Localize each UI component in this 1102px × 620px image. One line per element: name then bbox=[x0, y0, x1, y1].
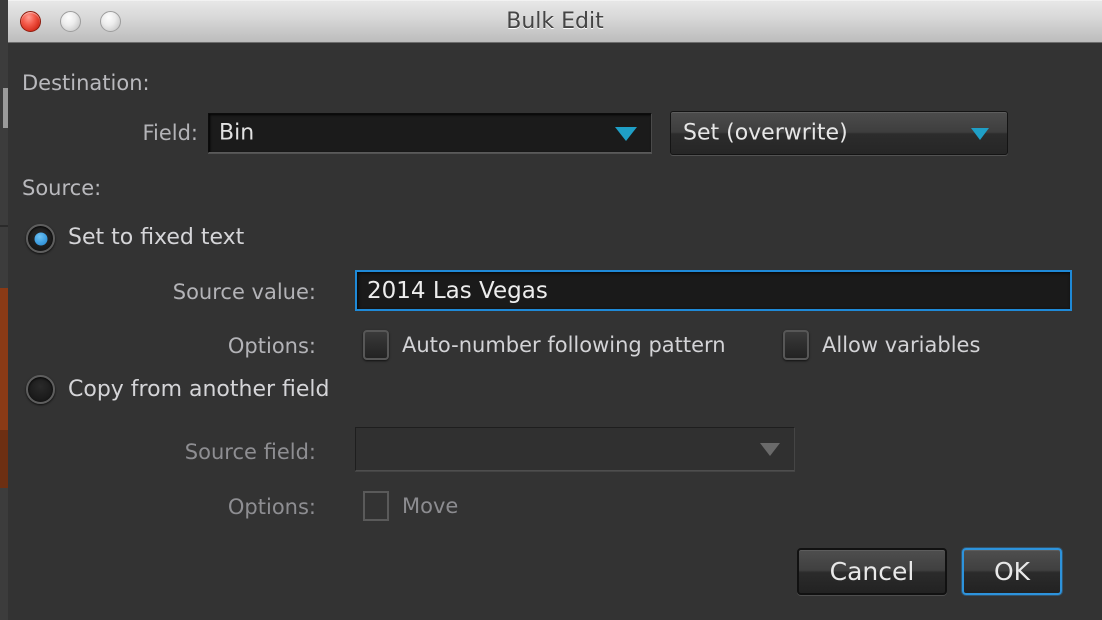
source-options-label: Options: bbox=[38, 334, 316, 358]
source-section-label: Source: bbox=[22, 176, 101, 200]
cancel-button[interactable]: Cancel bbox=[797, 548, 947, 595]
window-title: Bulk Edit bbox=[8, 9, 1102, 34]
destination-section-label: Destination: bbox=[22, 71, 150, 95]
checkbox-move-label: Move bbox=[402, 494, 458, 518]
chevron-down-icon bbox=[615, 127, 637, 141]
window-titlebar[interactable]: Bulk Edit bbox=[8, 0, 1102, 43]
destination-field-value: Bin bbox=[219, 121, 254, 146]
bulk-edit-dialog: Bulk Edit Destination: Field: Bin Set (o… bbox=[8, 0, 1102, 620]
dialog-content: Destination: Field: Bin Set (overwrite) … bbox=[8, 43, 1102, 620]
radio-set-to-fixed-text[interactable] bbox=[26, 224, 55, 253]
source-options-label-2: Options: bbox=[38, 495, 316, 519]
checkbox-allow-variables[interactable] bbox=[783, 330, 809, 360]
destination-mode-combobox[interactable]: Set (overwrite) bbox=[670, 111, 1008, 155]
destination-mode-value: Set (overwrite) bbox=[683, 121, 848, 146]
source-value-label: Source value: bbox=[38, 280, 316, 304]
checkbox-move bbox=[363, 491, 389, 521]
source-value-text: 2014 Las Vegas bbox=[367, 278, 548, 304]
checkbox-auto-number-label: Auto-number following pattern bbox=[402, 333, 726, 357]
ok-button[interactable]: OK bbox=[962, 548, 1062, 595]
field-label: Field: bbox=[38, 121, 198, 145]
chevron-down-icon bbox=[971, 128, 989, 140]
chevron-down-icon bbox=[760, 443, 780, 456]
source-value-input[interactable]: 2014 Las Vegas bbox=[355, 270, 1072, 311]
source-field-label: Source field: bbox=[38, 440, 316, 464]
radio-selected-indicator bbox=[34, 232, 47, 245]
checkbox-auto-number[interactable] bbox=[363, 330, 389, 360]
background-window-accent-shadow bbox=[0, 430, 8, 490]
radio-copy-from-another-field[interactable] bbox=[26, 375, 55, 404]
destination-field-combobox[interactable]: Bin bbox=[208, 113, 652, 153]
checkbox-allow-variables-label: Allow variables bbox=[822, 333, 980, 357]
radio-copy-from-another-field-label: Copy from another field bbox=[68, 377, 330, 402]
titlebar-highlight bbox=[8, 0, 1102, 1]
source-field-combobox bbox=[355, 427, 795, 471]
radio-set-to-fixed-text-label: Set to fixed text bbox=[68, 225, 244, 250]
